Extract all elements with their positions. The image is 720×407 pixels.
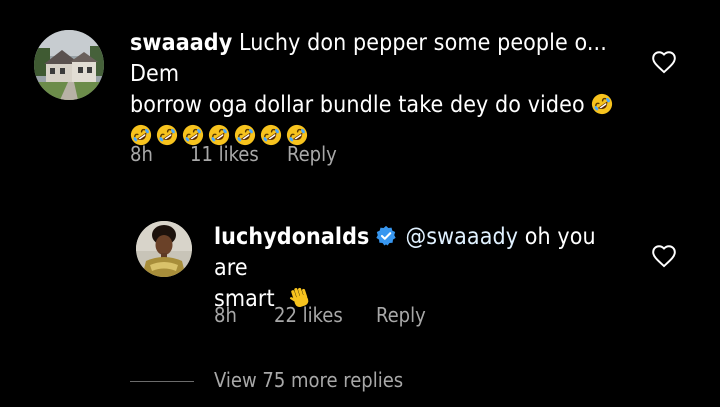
avatar-swaaady[interactable] [34,30,104,100]
verified-badge-icon [376,225,397,246]
comment-reply-button[interactable]: Reply [287,142,337,166]
comment-time: 8h [130,142,153,166]
comment-text: swaaady Luchy don pepper some people o..… [130,28,630,152]
avatar-luchydonalds[interactable] [136,221,192,277]
reply-likes[interactable]: 22 likes [274,303,343,327]
reply-reply-button[interactable]: Reply [376,303,426,327]
comment-username[interactable]: swaaady [130,30,232,56]
laughing-crying-emoji [591,93,613,115]
comment-likes[interactable]: 11 likes [190,142,259,166]
laughing-crying-emoji [260,124,282,146]
reply-text: luchydonalds @swaaady oh you are smart [214,222,634,315]
laughing-crying-emoji [156,124,178,146]
replies-divider [130,381,194,382]
heart-icon[interactable] [651,50,677,74]
heart-icon[interactable] [651,244,677,268]
comment-line2: borrow oga dollar bundle take dey do vid… [130,92,585,118]
reply-username[interactable]: luchydonalds [214,224,369,250]
reply-time: 8h [214,303,237,327]
view-more-replies-button[interactable]: View 75 more replies [214,368,403,392]
mention-link[interactable]: @swaaady [405,224,518,250]
